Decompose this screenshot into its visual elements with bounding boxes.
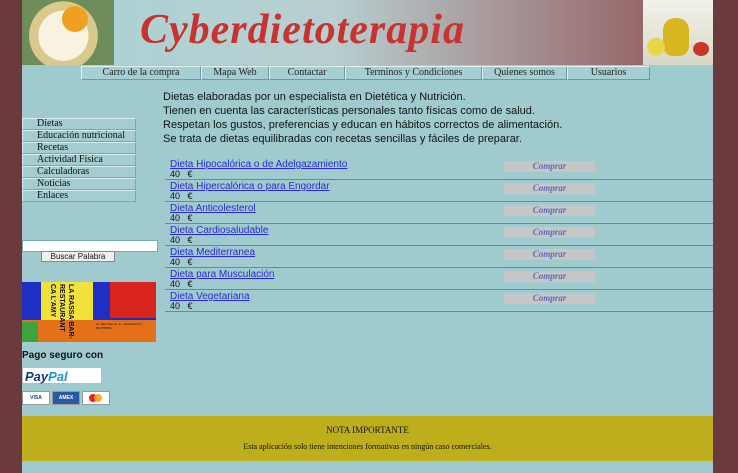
lemon [647, 38, 665, 56]
product-price: 40 € [170, 213, 193, 223]
buy-button[interactable]: Comprar [504, 227, 595, 238]
buy-button[interactable]: Comprar [504, 293, 595, 304]
product-row: Dieta Mediterranea 40 € Comprar [165, 246, 713, 268]
product-table: Dieta Hipocalórica o de Adelgazamiento 4… [165, 158, 713, 312]
product-price: 40 € [170, 279, 193, 289]
side-item-educacion[interactable]: Educación nutricional [22, 130, 136, 142]
intro-line: Dietas elaboradas por un especialista en… [163, 91, 466, 103]
product-price: 40 € [170, 169, 193, 179]
tomato [693, 42, 709, 56]
buy-button[interactable]: Comprar [504, 161, 595, 172]
side-item-enlaces[interactable]: Enlaces [22, 190, 136, 202]
nav-cart[interactable]: Carro de la compra [81, 66, 201, 80]
product-row: Dieta Hipocalórica o de Adelgazamiento 4… [165, 158, 713, 180]
product-price: 40 € [170, 301, 193, 311]
buy-button[interactable]: Comprar [504, 271, 595, 282]
product-row: Dieta Hipercalórica o para Engordar 40 €… [165, 180, 713, 202]
side-item-calculadoras[interactable]: Calculadoras [22, 166, 136, 178]
fruit-garnish [62, 6, 88, 32]
side-item-actividad[interactable]: Actividad Física [22, 154, 136, 166]
oil-bottle [663, 18, 689, 56]
product-row: Dieta Anticolesterol 40 € Comprar [165, 202, 713, 224]
mastercard-icon [82, 391, 110, 405]
intro-line: Tienen en cuenta las características per… [163, 105, 535, 117]
product-row: Dieta Vegetariana 40 € Comprar [165, 290, 713, 312]
visa-icon: VISA [22, 391, 50, 405]
side-item-noticias[interactable]: Noticias [22, 178, 136, 190]
buy-button[interactable]: Comprar [504, 249, 595, 260]
intro-text: Dietas elaboradas por un especialista en… [163, 90, 562, 146]
paypal-logo: PayPal [22, 367, 102, 384]
buy-button[interactable]: Comprar [504, 183, 595, 194]
paypal-logo-pal: Pal [48, 369, 68, 384]
product-price: 40 € [170, 257, 193, 267]
intro-line: Se trata de dietas equilibradas con rece… [163, 133, 522, 145]
banner-block [110, 282, 156, 318]
side-item-dietas[interactable]: Dietas [22, 118, 136, 130]
side-menu: Dietas Educación nutricional Recetas Act… [22, 118, 136, 202]
nav-terms[interactable]: Terminos y Condiciones [345, 66, 482, 80]
mastercard-circle-orange [94, 394, 102, 402]
nav-users[interactable]: Usuarios [567, 66, 650, 80]
side-item-recetas[interactable]: Recetas [22, 142, 136, 154]
search-button[interactable]: Buscar Palabra [41, 251, 115, 262]
page: Cyberdietoterapia Carro de la compra Map… [22, 0, 713, 473]
buy-button[interactable]: Comprar [504, 205, 595, 216]
product-link[interactable]: Dieta Hipercalórica o para Engordar [170, 181, 330, 192]
restaurant-banner[interactable]: LA RASSA BAR-RESTAURANT CA L'AMY C/. San… [22, 282, 156, 342]
product-price: 40 € [170, 235, 193, 245]
top-nav: Carro de la compra Mapa Web Contactar Te… [81, 66, 650, 80]
paypal-logo-pay: Pay [25, 369, 49, 384]
product-price: 40 € [170, 191, 193, 201]
footer-title: NOTA IMPORTANTE [326, 425, 409, 435]
header: Cyberdietoterapia [22, 0, 713, 65]
nav-contact[interactable]: Contactar [269, 66, 345, 80]
product-link[interactable]: Dieta Hipocalórica o de Adelgazamiento [170, 159, 347, 170]
product-row: Dieta Cardiosaludable 40 € Comprar [165, 224, 713, 246]
intro-line: Respetan los gustos, preferencias y educ… [163, 119, 563, 131]
footer-text: Esta aplicación solo tiene intenciones f… [243, 442, 492, 451]
banner-info: C/. Sant Ramon, 6 · Castellvell Tel. 93/… [96, 322, 143, 330]
banner-name: LA RASSA BAR-RESTAURANT CA L'AMY [49, 284, 74, 339]
nav-sitemap[interactable]: Mapa Web [201, 66, 269, 80]
site-title: Cyberdietoterapia [140, 7, 465, 53]
footer: NOTA IMPORTANTE Esta aplicación solo tie… [22, 416, 713, 461]
olive-oil-photo [643, 0, 713, 65]
dessert-photo [22, 0, 114, 65]
card-logos: VISA AMEX [22, 391, 110, 405]
amex-icon: AMEX [52, 391, 80, 405]
payment-title: Pago seguro con [22, 350, 104, 361]
product-row: Dieta para Musculación 40 € Comprar [165, 268, 713, 290]
nav-about[interactable]: Quienes somos [482, 66, 567, 80]
banner-block [22, 322, 38, 342]
